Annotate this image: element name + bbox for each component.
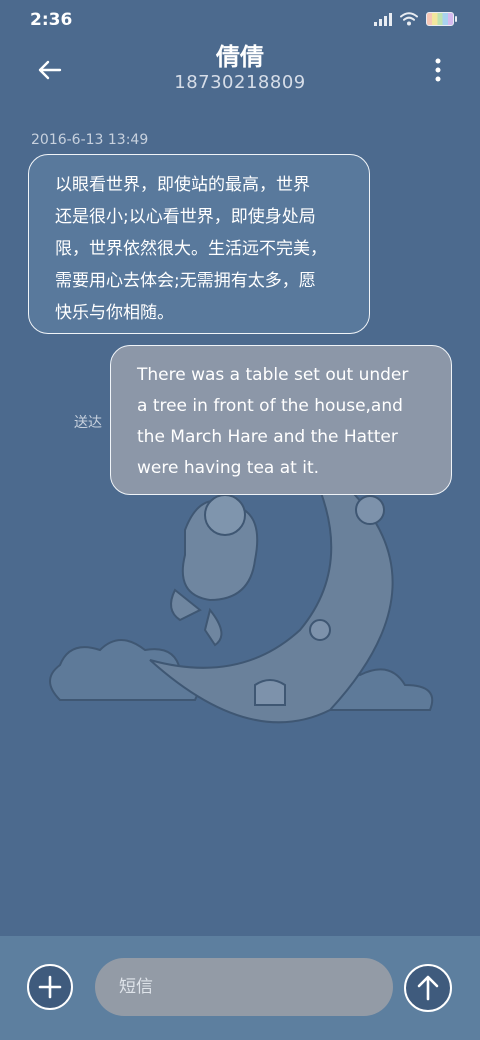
signal-icon	[374, 12, 392, 26]
battery-icon	[426, 12, 457, 26]
wifi-icon	[400, 12, 418, 26]
message-timestamp: 2016-6-13 13:49	[31, 132, 149, 148]
message-line: a tree in front of the house,and	[137, 396, 403, 416]
delivery-status: 送达	[74, 415, 102, 431]
status-icons	[374, 12, 457, 26]
wallpaper-illustration	[49, 478, 434, 724]
composer-bar	[0, 936, 480, 1040]
message-line: 快乐与你相随。	[55, 303, 174, 323]
message-line: 限，世界依然很大。生活远不完美，	[55, 239, 327, 259]
back-arrow-icon[interactable]	[34, 54, 66, 86]
message-line: There was a table set out under	[137, 365, 409, 385]
message-line: 以眼看世界，即使站的最高，世界	[55, 175, 310, 195]
send-button[interactable]	[404, 964, 452, 1012]
status-bar: 2:36	[0, 0, 480, 40]
message-line: the March Hare and the Hatter	[137, 427, 398, 447]
message-line: 还是很小;以心看世界，即使身处局	[55, 207, 316, 227]
message-line: were having tea at it.	[137, 458, 320, 478]
status-time: 2:36	[30, 10, 73, 30]
contact-title: 倩倩 18730218809	[120, 42, 360, 94]
more-vertical-icon[interactable]	[432, 56, 444, 84]
contact-name: 倩倩	[216, 43, 264, 71]
message-input[interactable]	[95, 958, 393, 1016]
outgoing-message-bubble[interactable]: There was a table set out under a tree i…	[110, 345, 452, 495]
plus-icon	[38, 975, 62, 999]
contact-phone-number: 18730218809	[174, 72, 306, 93]
conversation-header: 倩倩 18730218809	[0, 40, 480, 112]
message-line: 需要用心去体会;无需拥有太多，愿	[55, 271, 316, 291]
incoming-message-bubble[interactable]: 以眼看世界，即使站的最高，世界 还是很小;以心看世界，即使身处局 限，世界依然很…	[28, 154, 370, 334]
add-attachment-button[interactable]	[27, 964, 73, 1010]
send-arrow-icon	[417, 975, 439, 1001]
